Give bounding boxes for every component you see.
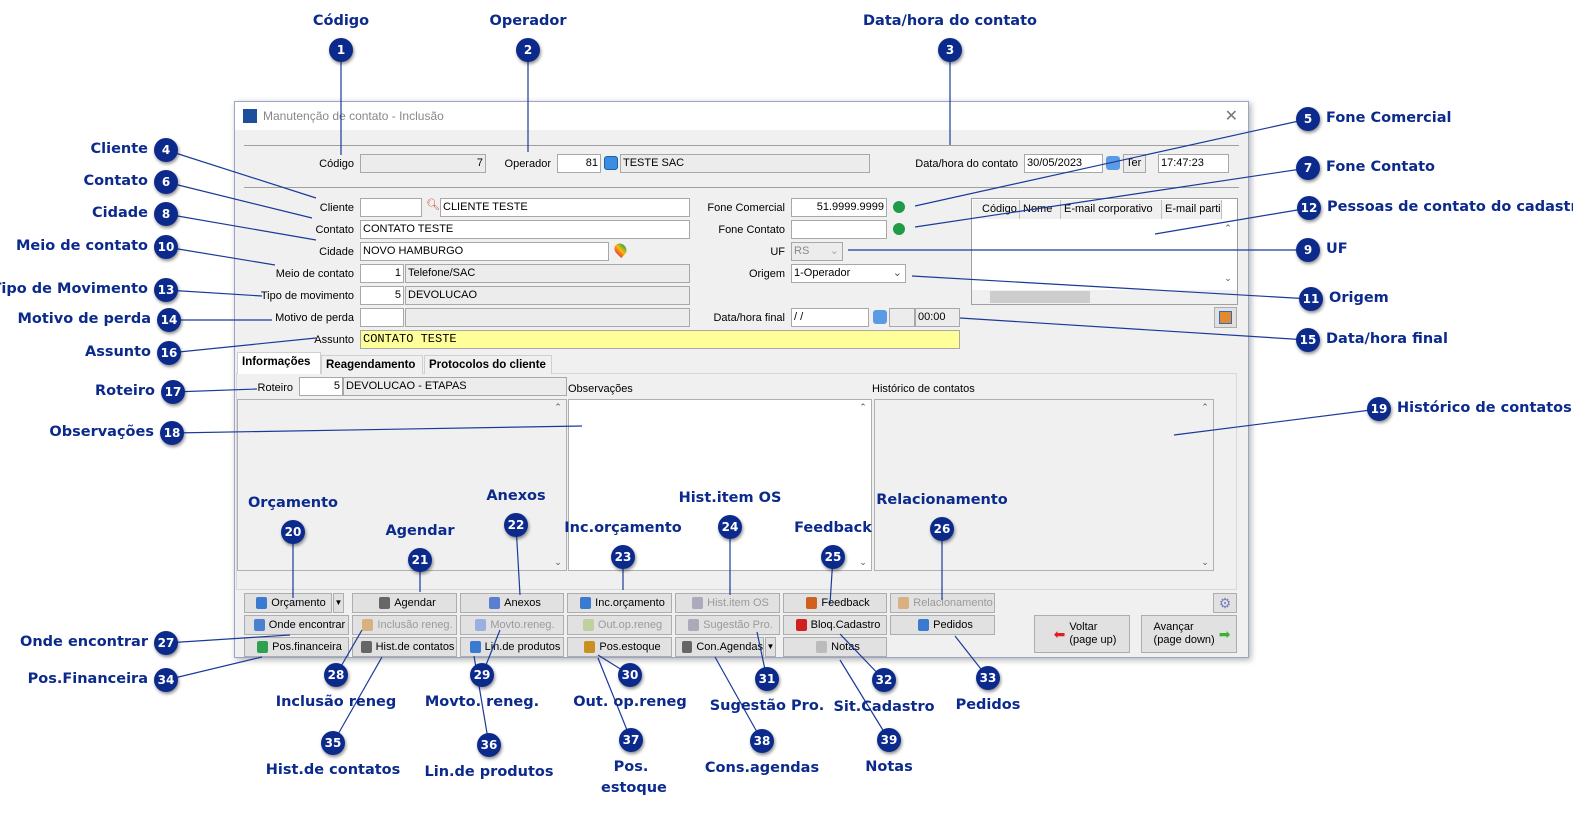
- leader-line: [1154, 207, 1310, 235]
- callout-label: Tipo de Movimento: [0, 281, 148, 297]
- callout-badge: 1: [329, 38, 353, 62]
- callout-badge: 16: [157, 341, 181, 365]
- leader-line: [165, 213, 317, 241]
- callout-label: Pessoas de contato do cadastro: [1327, 199, 1573, 215]
- callout-label: Hist.de contatos: [265, 762, 401, 778]
- callout-badge: 39: [877, 728, 901, 752]
- callout-badge: 19: [1367, 397, 1391, 421]
- callout-badge: 38: [750, 729, 774, 753]
- callout-label: Histórico de contatos: [1397, 400, 1572, 416]
- callout-label: Fone Comercial: [1326, 110, 1452, 126]
- callout-label: Movto. reneg.: [424, 694, 540, 710]
- callout-badge: 32: [872, 668, 896, 692]
- leader-line: [172, 388, 258, 393]
- leader-line: [165, 289, 263, 297]
- callout-label: Pos.Financeira: [27, 671, 148, 687]
- callout-label: Assunto: [84, 344, 151, 360]
- callout-badge: 26: [930, 517, 954, 541]
- callout-badge: 27: [154, 631, 178, 655]
- callout-badge: 29: [470, 663, 494, 687]
- callout-label: Contato: [83, 173, 148, 189]
- leader-line: [165, 181, 313, 219]
- callout-badge: 30: [618, 663, 642, 687]
- callout-badge: 36: [477, 733, 501, 757]
- callout-label: Relacionamento: [876, 492, 1008, 508]
- callout-badge: 18: [160, 421, 184, 445]
- callout-label: Lin.de produtos: [424, 764, 554, 780]
- callout-label: Data/hora final: [1326, 331, 1448, 347]
- callout-label: Cliente: [90, 141, 148, 157]
- callout-badge: 35: [321, 731, 345, 755]
- callout-badge: 33: [976, 666, 1000, 690]
- callout-label: Roteiro: [95, 383, 155, 399]
- callout-badge: 5: [1296, 107, 1320, 131]
- callout-badge: 21: [408, 548, 432, 572]
- leader-line: [168, 337, 317, 354]
- callout-label: Data/hora do contato: [863, 13, 1037, 29]
- callout-label: Motivo de perda: [17, 311, 151, 327]
- callout-label: Pedidos: [955, 697, 1021, 713]
- callout-badge: 3: [938, 38, 962, 62]
- callout-label: Meio de contato: [16, 238, 148, 254]
- callout-label: Onde encontrar: [20, 634, 148, 650]
- leader-line: [165, 149, 317, 199]
- leader-line: [959, 317, 1309, 341]
- leader-line: [1173, 408, 1380, 436]
- callout-badge: 13: [154, 278, 178, 302]
- callout-label: Origem: [1329, 290, 1389, 306]
- callout-badge: 8: [154, 202, 178, 226]
- callout-badge: 4: [154, 138, 178, 162]
- callout-badge: 12: [1297, 196, 1321, 220]
- leader-line: [914, 118, 1309, 207]
- callout-badge: 9: [1296, 238, 1320, 262]
- callout-badge: 11: [1299, 287, 1323, 311]
- leader-line: [165, 634, 291, 644]
- callout-label: Operador: [489, 13, 567, 29]
- leader-line: [171, 425, 583, 434]
- callout-badge: 14: [157, 308, 181, 332]
- callout-label: Cidade: [92, 205, 148, 221]
- callout-badge: 6: [154, 170, 178, 194]
- callout-label: Fone Contato: [1326, 159, 1436, 175]
- callout-label: Out. op.reneg: [573, 694, 687, 710]
- callout-badge: 17: [161, 380, 185, 404]
- callout-badge: 7: [1296, 156, 1320, 180]
- callout-badge: 34: [154, 668, 178, 692]
- callout-badge: 15: [1296, 328, 1320, 352]
- callout-badge: 2: [516, 38, 540, 62]
- callout-label: UF: [1326, 241, 1348, 257]
- callout-badge: 25: [821, 545, 845, 569]
- callout-badge: 37: [619, 728, 643, 752]
- leader-line: [911, 275, 1312, 300]
- callout-badge: 28: [324, 663, 348, 687]
- leader-line: [165, 246, 276, 266]
- callout-label: Pos. estoque: [601, 759, 667, 796]
- callout-badge: 31: [755, 667, 779, 691]
- callout-label: Observações: [49, 424, 154, 440]
- callout-badge: 10: [154, 235, 178, 259]
- leader-line: [165, 656, 263, 681]
- callout-label: Inclusão reneg: [275, 694, 397, 710]
- callout-badge: 23: [611, 545, 635, 569]
- callout-label: Notas: [865, 759, 913, 775]
